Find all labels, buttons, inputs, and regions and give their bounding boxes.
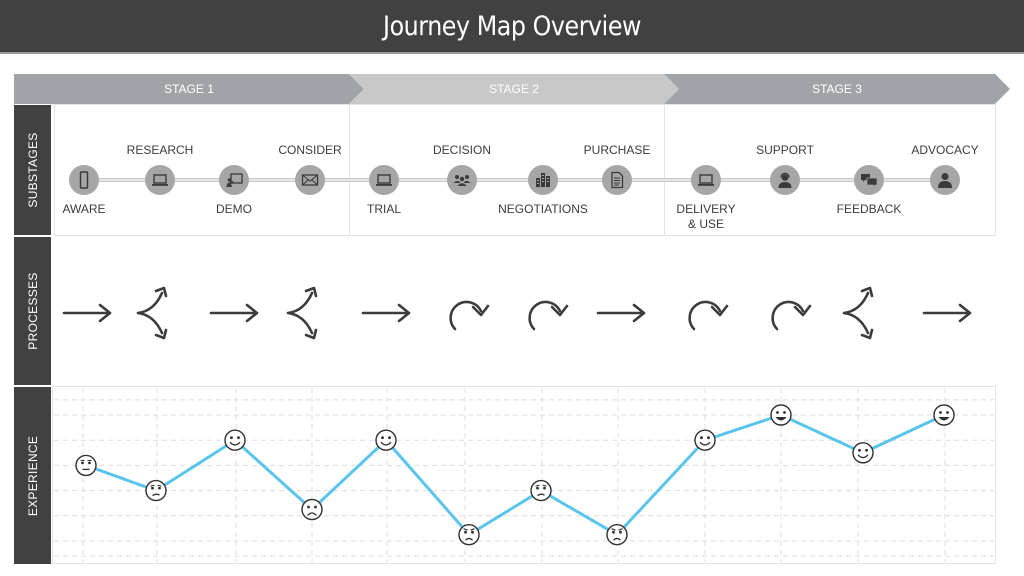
experience-point-grin-face-icon [770,404,792,426]
substage-node-demo [219,165,249,195]
experience-point-smile-face-icon [224,429,246,451]
experience-point-sad-face-icon [301,498,323,521]
substage-label: SUPPORT [756,143,814,157]
laptop-icon [152,174,168,186]
experience-point-angry-face-icon [606,523,628,546]
loop-arrow-icon [771,300,812,331]
experience-point-smile-face-icon [852,442,874,464]
split-arrow-icon [842,286,874,340]
stage-2-label: STAGE 2 [489,82,539,96]
substage-label: TRIAL [366,202,402,216]
substage-label: CONSIDER [278,143,342,157]
substage-label: PURCHASE [583,143,651,157]
substage-node-advocacy [930,165,960,195]
experience-point-grin-face-icon [933,404,955,426]
substage-label: ADVOCACY [911,143,979,157]
straight-arrow-icon [361,303,411,323]
chart-frame [52,386,996,564]
straight-arrow-icon [922,303,972,323]
experience-point-smile-face-icon [694,429,716,451]
presentation-icon [226,173,243,187]
substage-label: RESEARCH [126,143,194,157]
row-label-experience-text: EXPERIENCE [25,435,40,516]
substage-label: FEEDBACK [836,202,902,216]
envelope-icon [301,174,319,186]
stage-3-label: STAGE 3 [812,82,862,96]
substage-node-feedback [854,165,884,195]
substage-label: DELIVERY & USE [676,202,736,231]
row-label-processes-text: PROCESSES [25,272,40,350]
substage-node-purchase [602,165,632,195]
substage-label: DEMO [216,202,252,216]
title-bar: Journey Map Overview [0,0,1024,54]
substage-node-delivery-use [691,165,721,195]
stage-2: STAGE 2 [349,74,679,104]
row-label-substages: SUBSTAGES [14,105,51,235]
stage-3: STAGE 3 [664,74,1010,104]
straight-arrow-icon [596,303,646,323]
substage-label: DECISION [432,143,492,157]
substage-node-consider [295,165,325,195]
experience-chart [52,386,996,564]
experience-point-worried-face-icon [145,479,167,502]
straight-arrow-icon [62,303,112,323]
substage-connector [84,178,946,182]
stage-1-label: STAGE 1 [164,82,214,96]
substage-node-aware [69,165,99,195]
stage-1: STAGE 1 [14,74,364,104]
substage-node-negotiations [528,165,558,195]
loop-arrow-icon [528,300,569,331]
straight-arrow-icon [209,303,259,323]
laptop-icon [376,174,392,186]
person-icon [938,173,952,188]
experience-point-neutral-face-icon [75,454,97,477]
headset-agent-icon [778,172,792,188]
smartphone-icon [79,171,89,189]
substage-node-research [145,165,175,195]
experience-point-angry-face-icon [458,523,480,546]
substage-node-trial [369,165,399,195]
loop-arrow-icon [688,300,729,331]
substage-node-support [770,165,800,195]
split-arrow-icon [136,286,168,340]
stage-header: STAGE 1 STAGE 2 STAGE 3 [14,74,1010,104]
substage-label: NEGOTIATIONS [498,202,588,216]
experience-point-smile-face-icon [375,429,397,451]
split-arrow-icon [286,286,318,340]
laptop-icon [698,174,714,186]
document-icon [611,171,624,189]
loop-arrow-icon [449,300,490,331]
page-title: Journey Map Overview [382,11,642,42]
substage-label: AWARE [62,202,106,216]
row-label-experience: EXPERIENCE [14,387,51,564]
row-label-substages-text: SUBSTAGES [25,132,40,208]
row-label-processes: PROCESSES [14,237,51,385]
substage-node-decision [447,165,477,195]
buildings-icon [536,173,550,187]
experience-point-worried-face-icon [530,479,552,502]
chat-bubbles-icon [861,174,878,188]
group-icon [453,175,471,186]
